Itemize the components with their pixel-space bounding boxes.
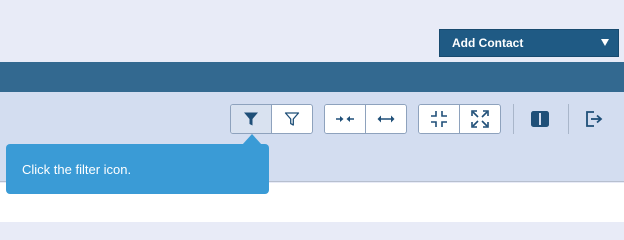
collapse-icon bbox=[431, 111, 447, 127]
add-contact-button[interactable]: Add Contact bbox=[439, 29, 619, 57]
export-button[interactable] bbox=[576, 104, 612, 134]
toolbar-divider bbox=[513, 104, 514, 134]
filter-button-group bbox=[230, 104, 313, 134]
tooltip: Click the filter icon. bbox=[6, 144, 269, 194]
expand-columns-button[interactable] bbox=[365, 105, 405, 133]
caret-down-icon bbox=[601, 39, 609, 46]
expand-icon bbox=[470, 110, 489, 128]
columns-button[interactable] bbox=[522, 104, 558, 134]
columns-icon bbox=[531, 111, 549, 127]
expand-horizontal-icon bbox=[377, 115, 394, 123]
collapse-horizontal-icon bbox=[336, 116, 354, 122]
filter-outline-button[interactable] bbox=[271, 105, 311, 133]
export-icon bbox=[586, 111, 603, 127]
expand-view-button[interactable] bbox=[459, 105, 499, 133]
size-button-group bbox=[418, 104, 501, 134]
collapse-columns-button[interactable] bbox=[325, 105, 365, 133]
add-contact-label: Add Contact bbox=[452, 36, 524, 50]
filter-outline-icon bbox=[284, 112, 299, 126]
filter-active-button[interactable] bbox=[231, 105, 271, 133]
header-band bbox=[0, 62, 624, 92]
filter-filled-icon bbox=[244, 112, 258, 126]
width-button-group bbox=[324, 104, 407, 134]
toolbar-divider bbox=[568, 104, 569, 134]
collapse-view-button[interactable] bbox=[419, 105, 459, 133]
tooltip-text: Click the filter icon. bbox=[22, 161, 132, 177]
